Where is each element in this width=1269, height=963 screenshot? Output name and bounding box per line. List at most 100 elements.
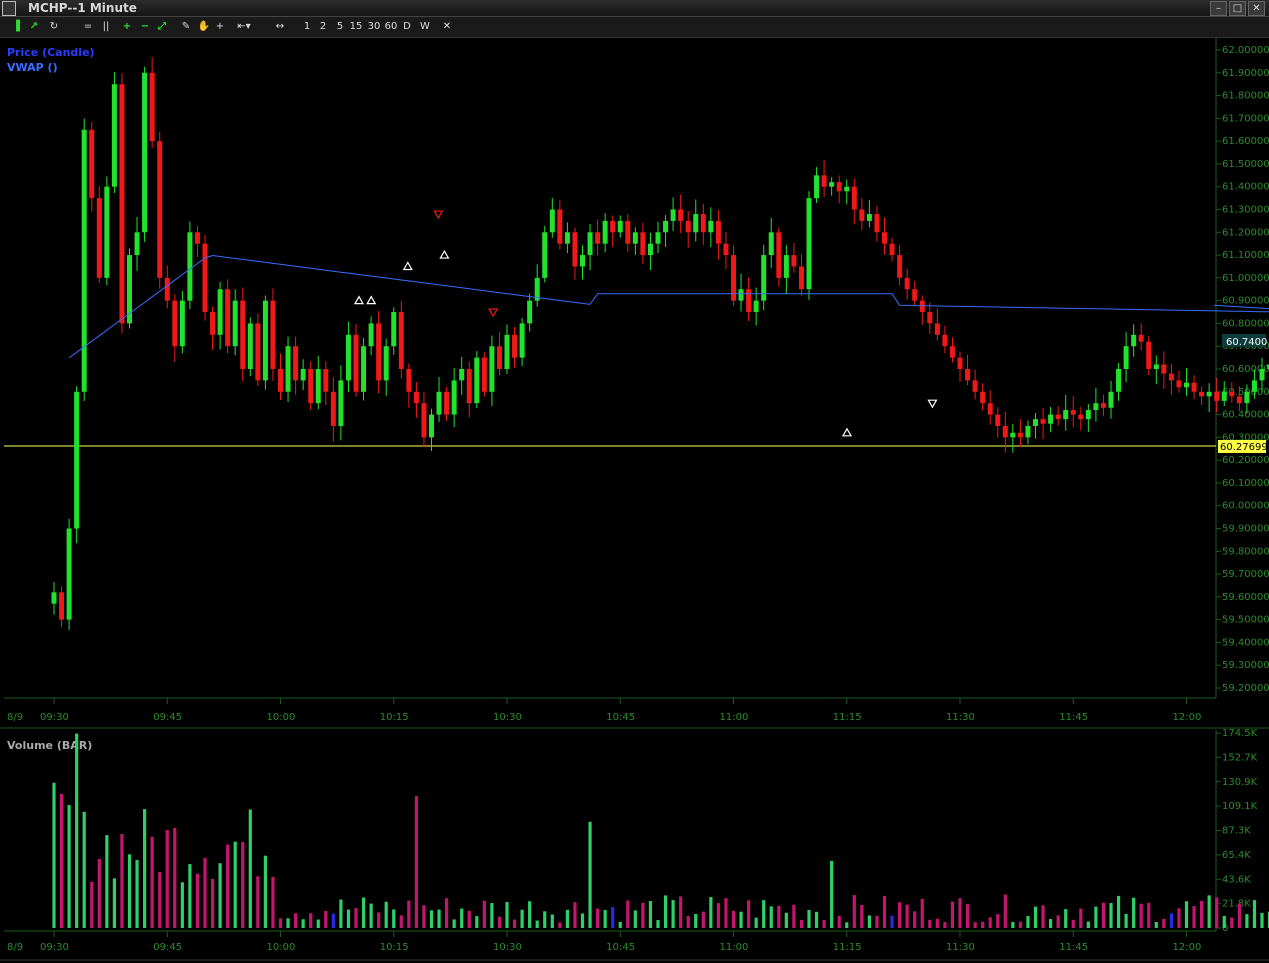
candle-body — [617, 220, 623, 233]
period-60[interactable]: 60 — [384, 19, 398, 35]
zoom-in-icon[interactable]: + — [120, 19, 134, 35]
candle-body — [602, 220, 608, 244]
candle-body — [225, 289, 231, 347]
candle-body — [821, 175, 827, 187]
span-icon[interactable]: ⇤▾ — [234, 19, 254, 35]
volume-bar — [1177, 908, 1181, 928]
candle-body — [119, 84, 125, 324]
volume-bar — [739, 911, 743, 928]
period-w[interactable]: W — [419, 19, 431, 35]
volume-bar — [377, 912, 381, 928]
candle-body — [806, 198, 812, 290]
draw-icon[interactable]: ✎ — [178, 19, 194, 35]
candle-body — [851, 186, 857, 210]
price-tick-label: 60.10000 — [1222, 478, 1269, 489]
volume-bar — [596, 908, 600, 928]
candle-body — [202, 243, 208, 313]
volume-bar — [580, 913, 585, 928]
candle-body — [1191, 382, 1197, 392]
crosshair-icon[interactable]: + — [212, 19, 228, 35]
volume-bar — [792, 904, 796, 928]
candle-body — [172, 300, 178, 347]
zoom-out-icon[interactable]: − — [138, 19, 152, 35]
period-d[interactable]: D — [402, 19, 412, 35]
candle-body — [1176, 380, 1182, 388]
volume-bar — [528, 901, 532, 928]
candle-body — [361, 346, 367, 392]
candle-body — [587, 232, 593, 256]
price-tick-label: 61.70000 — [1222, 113, 1269, 124]
candle-body — [345, 334, 351, 381]
volume-bar — [150, 836, 154, 928]
candle-body — [89, 129, 95, 199]
period-15[interactable]: 15 — [349, 19, 363, 35]
candle-body — [949, 346, 955, 358]
candle-body — [640, 232, 646, 256]
candle-body — [1116, 369, 1122, 392]
candle-body — [1070, 410, 1076, 415]
minimize-button[interactable]: – — [1210, 1, 1227, 16]
price-grid — [1215, 38, 1221, 698]
toolbar-close-icon[interactable]: ✕ — [441, 19, 453, 35]
candle-body — [413, 391, 419, 404]
candle-body — [1214, 391, 1220, 401]
volume-bar — [75, 733, 79, 928]
hand-icon[interactable]: ✋ — [196, 19, 212, 35]
candle-body — [179, 300, 185, 347]
volume-bar — [641, 902, 645, 928]
candle-body — [247, 323, 253, 369]
volume-bar — [452, 919, 456, 928]
period-1[interactable]: 1 — [302, 19, 312, 35]
candle-body — [142, 72, 148, 233]
volume-bar — [996, 914, 1000, 928]
maximize-button[interactable]: □ — [1229, 1, 1246, 16]
candle-body — [708, 220, 714, 233]
candle-body — [927, 312, 933, 324]
volume-bar — [97, 859, 101, 928]
volume-tick-label: 21.8K — [1222, 899, 1251, 910]
candle-body — [814, 175, 820, 199]
volume-bar — [233, 841, 237, 928]
volume-bar — [973, 922, 977, 928]
candle-body — [240, 300, 246, 369]
scroll-icon[interactable]: ↔ — [272, 19, 288, 35]
candle-body — [232, 300, 238, 347]
volume-bar — [1162, 918, 1166, 928]
volume-bar — [59, 793, 64, 928]
candle-body — [738, 289, 744, 301]
period-2[interactable]: 2 — [318, 19, 328, 35]
candle-body — [549, 209, 555, 233]
candle-body — [934, 323, 940, 335]
candle-body — [519, 323, 525, 358]
volume-bar — [1245, 914, 1249, 928]
refresh-icon[interactable]: ↻ — [46, 19, 62, 35]
volume-bar — [852, 895, 856, 928]
candle-body — [693, 214, 699, 233]
volume-bar — [188, 864, 192, 928]
candle-body — [715, 220, 721, 244]
candle-body — [111, 84, 117, 187]
candle-body — [965, 369, 971, 381]
volume-bar — [799, 919, 804, 928]
bar-chart-icon[interactable]: ▐ — [8, 19, 24, 35]
price-tick-label: 60.20000 — [1222, 455, 1269, 466]
volume-time-tick-label: 12:00 — [1173, 942, 1202, 953]
volume-bar — [1139, 903, 1143, 928]
fit-icon[interactable]: ⤢ — [155, 19, 169, 35]
period-30[interactable]: 30 — [367, 19, 381, 35]
volume-bar — [663, 895, 668, 928]
equals-icon[interactable]: = — [80, 19, 96, 35]
chart-area[interactable]: 62.00000 61.90000 61.80000 61.70000 61.60000… — [0, 38, 1269, 963]
volume-time-tick-label: 10:30 — [493, 942, 522, 953]
volume-bar — [769, 906, 773, 928]
line-chart-icon[interactable]: ↗ — [26, 19, 42, 35]
candle-body — [1017, 432, 1023, 438]
volume-bar — [1207, 895, 1211, 928]
candle-body — [330, 391, 336, 426]
candles — [51, 57, 1269, 630]
period-5[interactable]: 5 — [335, 19, 345, 35]
volume-bar — [633, 910, 637, 928]
close-button[interactable]: ✕ — [1248, 1, 1265, 16]
pause-icon[interactable]: || — [98, 19, 114, 35]
volume-bar — [241, 841, 245, 928]
